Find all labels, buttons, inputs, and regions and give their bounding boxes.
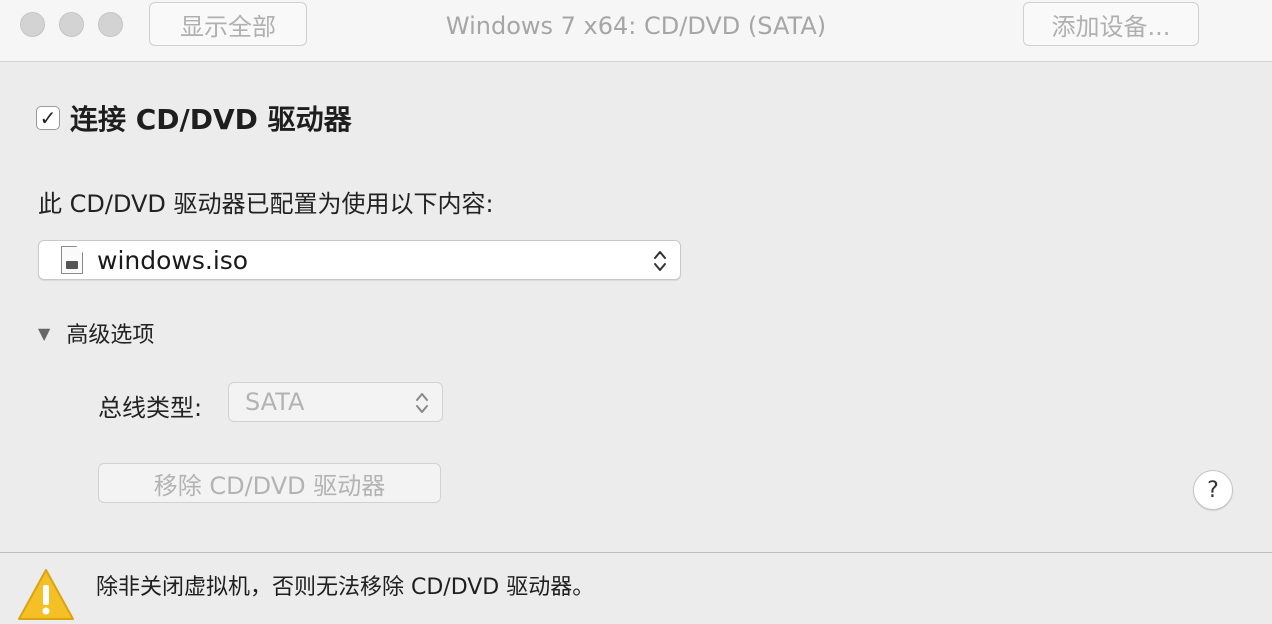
- connect-drive-label: 连接 CD/DVD 驱动器: [70, 103, 352, 136]
- close-window-button[interactable]: [20, 12, 45, 37]
- config-description: 此 CD/DVD 驱动器已配置为使用以下内容:: [38, 190, 494, 218]
- disk-image-file-icon: [61, 246, 83, 274]
- minimize-window-button[interactable]: [59, 12, 84, 37]
- up-down-chevron-icon: [414, 389, 430, 417]
- connect-drive-row[interactable]: ✓ 连接 CD/DVD 驱动器: [36, 100, 352, 136]
- window-title: Windows 7 x64: CD/DVD (SATA): [445, 12, 827, 40]
- connect-drive-checkbox[interactable]: ✓: [36, 106, 60, 130]
- bus-type-value: SATA: [245, 388, 305, 416]
- warning-footer: 除非关闭虚拟机，否则无法移除 CD/DVD 驱动器。: [0, 552, 1272, 624]
- advanced-options-label: 高级选项: [66, 323, 155, 348]
- up-down-chevron-icon: [652, 247, 668, 275]
- help-icon: ?: [1207, 477, 1219, 503]
- iso-source-select[interactable]: windows.iso: [38, 240, 681, 280]
- iso-source-value: windows.iso: [97, 245, 249, 275]
- checkmark-icon: ✓: [39, 106, 57, 130]
- disclosure-triangle-icon: ▼: [38, 323, 51, 343]
- add-device-button[interactable]: 添加设备...: [1023, 2, 1199, 46]
- title-bar: 显示全部 Windows 7 x64: CD/DVD (SATA) 添加设备..…: [0, 0, 1272, 62]
- warning-message: 除非关闭虚拟机，否则无法移除 CD/DVD 驱动器。: [96, 575, 595, 600]
- help-button[interactable]: ?: [1193, 470, 1233, 510]
- warning-icon: [18, 569, 74, 620]
- bus-type-select[interactable]: SATA: [228, 382, 443, 422]
- remove-drive-button[interactable]: 移除 CD/DVD 驱动器: [98, 463, 441, 503]
- bus-type-label: 总线类型:: [98, 394, 203, 422]
- zoom-window-button[interactable]: [98, 12, 123, 37]
- advanced-options-toggle[interactable]: ▼ 高级选项: [38, 318, 154, 348]
- show-all-button[interactable]: 显示全部: [149, 2, 307, 46]
